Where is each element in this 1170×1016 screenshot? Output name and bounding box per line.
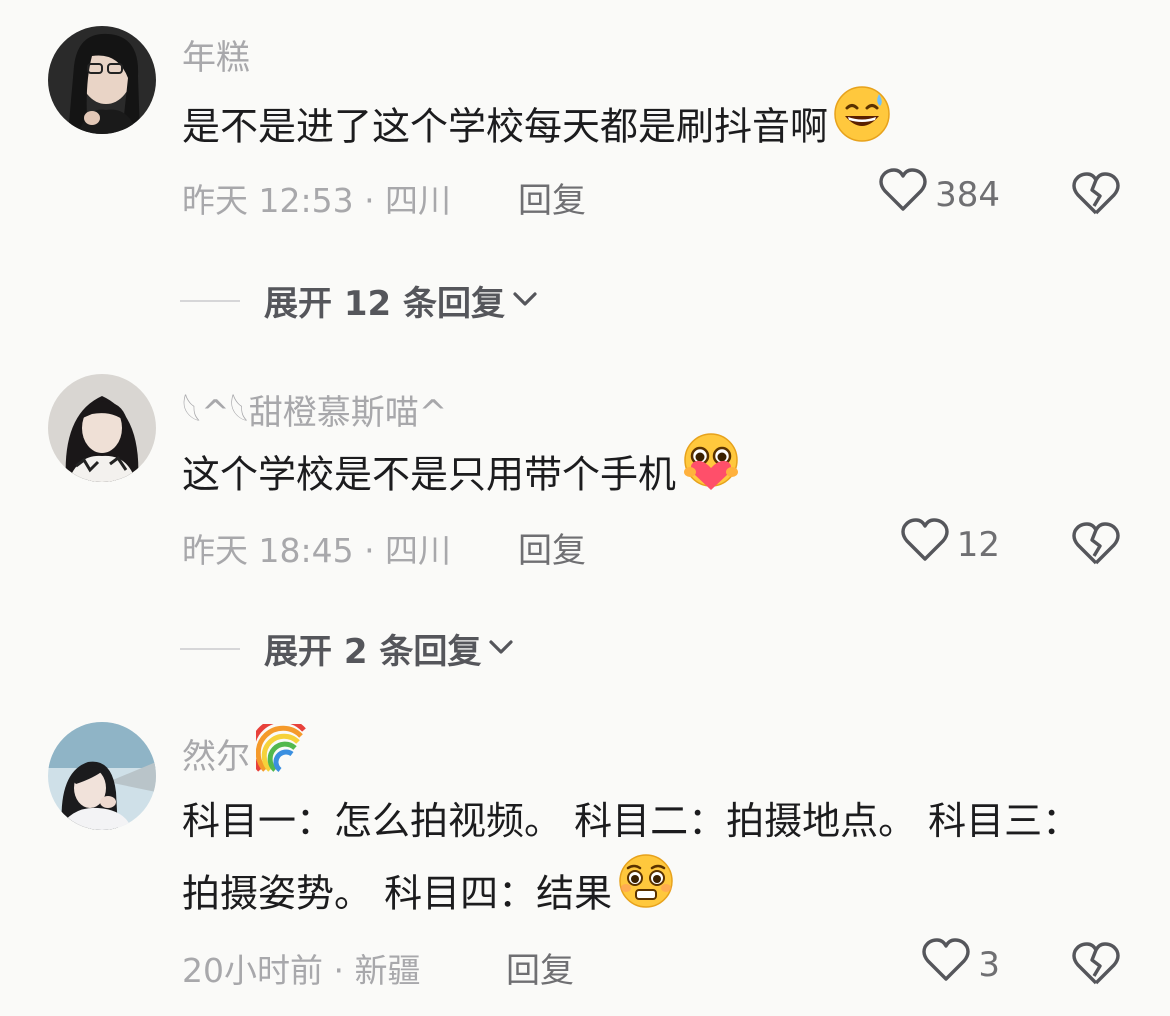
avatar[interactable]	[48, 722, 156, 830]
expand-replies-button[interactable]: 展开 2 条回复	[180, 624, 515, 673]
like-button[interactable]: 384	[879, 168, 1000, 221]
comment-time-location: 昨天 18:45 · 四川	[182, 531, 452, 570]
broken-heart-icon[interactable]	[1072, 522, 1120, 570]
heart-outline-icon	[901, 518, 949, 571]
comment-text: 科目一：怎么拍视频。 科目二：拍摄地点。 科目三：拍摄姿势。 科目四：结果	[182, 786, 1102, 936]
comment-text: 这个学校是不是只用带个手机	[182, 433, 1102, 518]
comment-time-location: 昨天 12:53 · 四川	[182, 181, 452, 220]
comment-time-location: 20小时前 · 新疆	[182, 951, 421, 990]
chevron-down-icon	[487, 637, 515, 661]
heart-outline-icon	[879, 168, 927, 221]
username[interactable]: 年糕	[182, 30, 250, 79]
pleading-face-emoji	[616, 852, 676, 932]
like-button[interactable]: 3	[922, 938, 1000, 991]
reply-button[interactable]: 回复	[518, 173, 586, 222]
like-button[interactable]: 12	[901, 518, 1000, 571]
like-count: 3	[978, 944, 1000, 985]
like-count: 12	[956, 524, 1000, 565]
expand-replies-button[interactable]: 展开 12 条回复	[180, 276, 539, 325]
broken-heart-icon[interactable]	[1072, 942, 1120, 990]
pleading-heart-emoji	[680, 432, 742, 514]
reply-button[interactable]: 回复	[506, 943, 574, 992]
chevron-down-icon	[511, 289, 539, 313]
grinning-sweat-emoji	[832, 84, 892, 166]
reply-button[interactable]: 回复	[518, 523, 586, 572]
expand-replies-label: 展开 12 条回复	[264, 284, 505, 324]
comment-text-content: 这个学校是不是只用带个手机	[182, 452, 677, 497]
avatar[interactable]	[48, 26, 156, 134]
divider-line	[180, 647, 240, 650]
avatar[interactable]	[48, 374, 156, 482]
rainbow-emoji	[249, 717, 308, 783]
username-text[interactable]: 然尔	[182, 729, 250, 778]
username: 然尔	[182, 717, 308, 783]
like-count: 384	[935, 174, 1000, 215]
expand-replies-label: 展开 2 条回复	[264, 632, 482, 672]
comment-text: 是不是进了这个学校每天都是刷抖音啊	[182, 86, 1102, 170]
divider-line	[180, 299, 240, 302]
broken-heart-icon[interactable]	[1072, 172, 1120, 220]
comment-text-content: 是不是进了这个学校每天都是刷抖音啊	[182, 104, 829, 149]
username[interactable]: 𓆩^𓆩甜橙慕斯喵^	[182, 380, 447, 436]
heart-outline-icon	[922, 938, 971, 991]
